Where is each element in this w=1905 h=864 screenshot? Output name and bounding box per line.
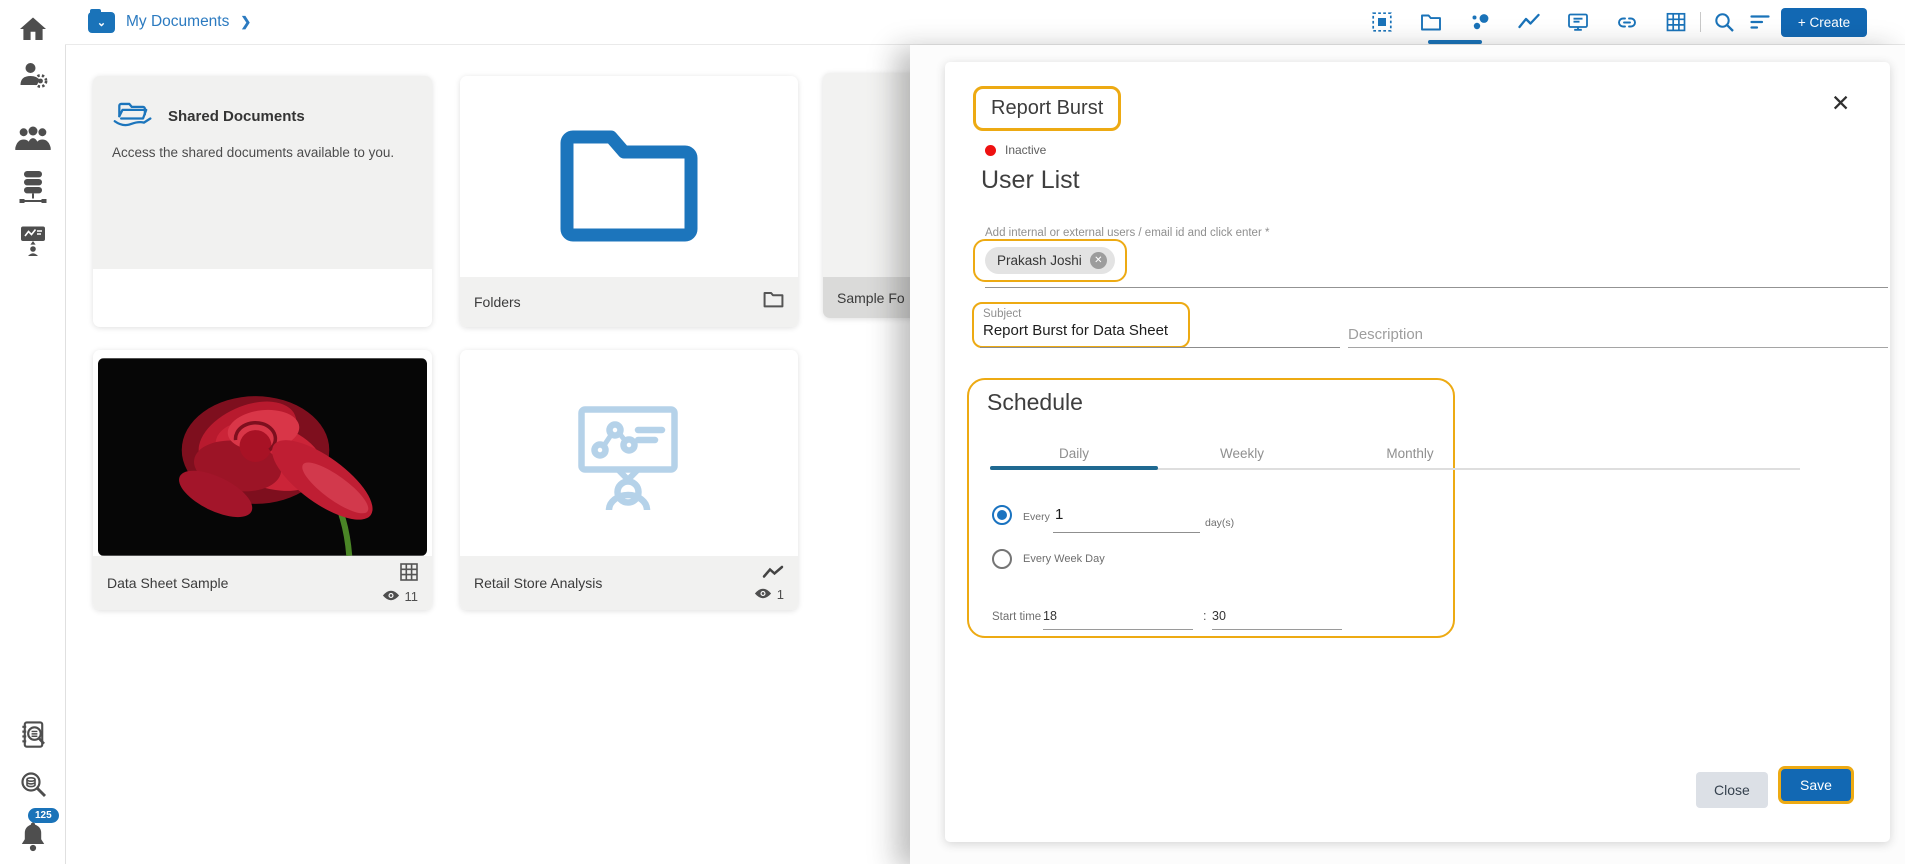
close-button[interactable]: Close <box>1696 772 1768 808</box>
breadcrumb-label[interactable]: My Documents <box>126 13 229 31</box>
rose-thumbnail-image <box>98 358 427 556</box>
subject-input[interactable]: Report Burst for Data Sheet <box>983 322 1188 339</box>
line-chart-view-icon[interactable] <box>1517 10 1541 34</box>
sort-filter-icon[interactable] <box>1749 11 1771 33</box>
folders-view-icon[interactable] <box>1419 10 1443 34</box>
data-sheet-sample-card[interactable]: Data Sheet Sample 11 <box>93 350 432 610</box>
chart-type-icon <box>762 565 784 584</box>
user-chip-highlight-box: Prakash Joshi ✕ <box>973 239 1127 282</box>
report-name: User List <box>981 166 1080 194</box>
subject-underline <box>980 347 1340 348</box>
tab-weekly[interactable]: Weekly <box>1158 446 1326 461</box>
status-dot-icon <box>985 144 996 156</box>
days-suffix-label: day(s) <box>1205 517 1235 529</box>
subject-highlight-box: Subject Report Burst for Data Sheet <box>972 302 1190 348</box>
close-icon[interactable]: ✕ <box>1831 92 1850 115</box>
subject-label: Subject <box>983 308 1022 320</box>
link-icon[interactable] <box>1615 10 1639 34</box>
card-footer: Retail Store Analysis 1 <box>460 556 798 610</box>
every-label: Every <box>1023 511 1050 523</box>
app-root: 125 ⌄ My Documents ❯ + Create Shared Doc… <box>0 0 1905 864</box>
retail-store-analysis-card[interactable]: Retail Store Analysis 1 <box>460 350 798 610</box>
time-colon: : <box>1203 609 1207 623</box>
table-view-icon[interactable] <box>1664 10 1688 34</box>
tab-active-indicator <box>990 466 1158 470</box>
users-field-label: Add internal or external users / email i… <box>985 227 1270 239</box>
top-bar: ⌄ My Documents ❯ + Create <box>65 0 1905 45</box>
user-chip-label: Prakash Joshi <box>997 253 1082 268</box>
breadcrumb-folder-icon: ⌄ <box>88 8 115 33</box>
data-log-search-icon[interactable] <box>18 720 48 752</box>
datasheet-type-icon <box>400 562 418 586</box>
groups-icon[interactable] <box>15 126 51 158</box>
notifications-bell-icon[interactable] <box>18 820 48 852</box>
views-eye-icon <box>382 589 400 604</box>
card-footer: Folders <box>460 277 798 327</box>
card-title: Folders <box>474 294 521 310</box>
left-sidebar: 125 <box>0 0 66 864</box>
card-title: Shared Documents <box>168 107 305 125</box>
dashboard-view-icon[interactable] <box>1370 10 1394 34</box>
notification-count-badge[interactable]: 125 <box>28 808 59 823</box>
users-input-underline[interactable] <box>985 287 1888 288</box>
tab-monthly[interactable]: Monthly <box>1326 446 1494 461</box>
toolbar-divider <box>1700 12 1701 32</box>
folder-type-icon <box>763 291 784 313</box>
every-days-input[interactable]: 1 <box>1055 506 1063 523</box>
start-hour-input[interactable]: 18 <box>1043 609 1057 623</box>
card-title: Retail Store Analysis <box>474 575 603 591</box>
panel-title: Report Burst <box>973 86 1122 131</box>
bubble-chart-icon[interactable] <box>1468 10 1492 34</box>
status-label: Inactive <box>1005 143 1047 157</box>
description-input[interactable]: Description <box>1348 326 1423 343</box>
card-title: Sample Fo <box>837 289 905 306</box>
data-source-icon[interactable] <box>18 171 48 203</box>
views-count: 1 <box>776 586 784 602</box>
home-icon[interactable] <box>18 14 48 46</box>
tab-daily[interactable]: Daily <box>990 446 1158 461</box>
every-weekday-radio[interactable] <box>992 549 1012 569</box>
start-hour-underline <box>1043 629 1193 630</box>
status-row: Inactive <box>985 143 1046 157</box>
weekday-label: Every Week Day <box>1023 553 1105 565</box>
card-title: Data Sheet Sample <box>107 575 229 591</box>
views-eye-icon <box>754 587 772 602</box>
view-toolbar: + Create <box>1370 0 1867 44</box>
presentation-person-icon <box>578 406 678 511</box>
start-time-label: Start time <box>992 611 1042 623</box>
breadcrumb-chevron-icon: ❯ <box>240 14 252 29</box>
every-days-radio[interactable] <box>992 505 1012 525</box>
presentation-user-icon[interactable] <box>18 224 48 256</box>
schedule-highlight-box <box>967 378 1455 638</box>
report-burst-panel: Report Burst ✕ Inactive User List Add in… <box>945 62 1890 842</box>
card-footer <box>93 269 432 327</box>
breadcrumb[interactable]: ⌄ My Documents ❯ <box>88 0 251 44</box>
save-button[interactable]: Save <box>1778 766 1854 804</box>
big-folder-icon <box>557 128 701 247</box>
user-settings-icon[interactable] <box>18 59 48 91</box>
every-days-underline <box>1053 532 1200 533</box>
card-description: Access the shared documents available to… <box>112 145 395 160</box>
shared-documents-card[interactable]: Shared Documents Access the shared docum… <box>93 76 432 327</box>
schedule-title: Schedule <box>987 389 1083 415</box>
description-underline <box>1348 347 1888 348</box>
chip-remove-icon[interactable]: ✕ <box>1089 252 1107 269</box>
create-button[interactable]: + Create <box>1781 7 1867 37</box>
report-burst-drawer: Report Burst ✕ Inactive User List Add in… <box>910 45 1905 864</box>
user-chip[interactable]: Prakash Joshi ✕ <box>985 247 1115 274</box>
presentation-list-icon[interactable] <box>1566 10 1590 34</box>
card-footer: Data Sheet Sample 11 <box>93 556 432 610</box>
data-search-icon[interactable] <box>18 770 48 802</box>
start-minute-input[interactable]: 30 <box>1212 609 1226 623</box>
shared-documents-icon <box>112 98 154 134</box>
active-view-indicator <box>1428 40 1482 44</box>
folders-card[interactable]: Folders <box>460 76 798 327</box>
start-minute-underline <box>1212 629 1342 630</box>
search-icon[interactable] <box>1713 11 1735 33</box>
views-count: 11 <box>404 588 419 604</box>
